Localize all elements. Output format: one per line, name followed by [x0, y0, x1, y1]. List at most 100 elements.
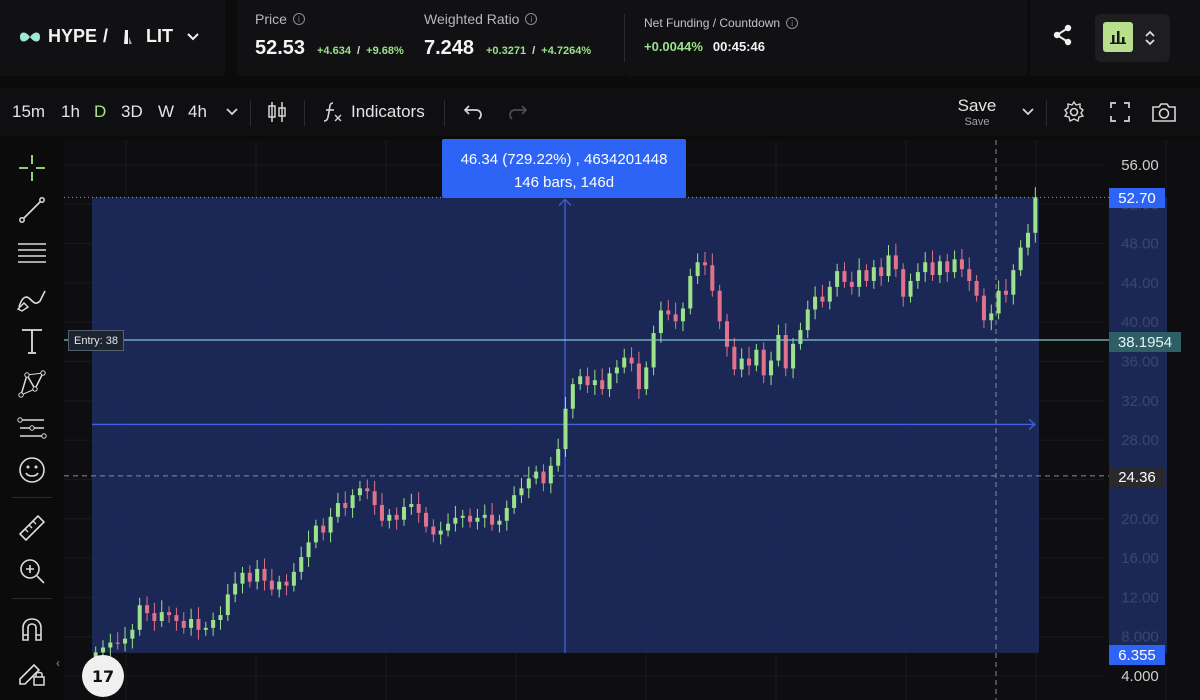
- magnet-icon[interactable]: [14, 612, 50, 648]
- candle-body: [959, 259, 964, 270]
- candle-body: [482, 514, 487, 518]
- candle-body: [401, 506, 407, 520]
- candle-body: [504, 507, 509, 521]
- info-icon[interactable]: i: [786, 17, 799, 29]
- timeframe-3d[interactable]: 3D: [121, 102, 143, 122]
- chevron-down-icon[interactable]: [1014, 98, 1042, 126]
- weighted-ratio-change-divider: /: [532, 45, 536, 57]
- candle-body: [952, 259, 957, 273]
- candle-body: [592, 380, 597, 386]
- candle-body: [622, 357, 627, 368]
- forecast-tool-icon[interactable]: [14, 410, 50, 446]
- price-change-pct: +9.68%: [366, 45, 404, 57]
- ruler-icon[interactable]: [14, 510, 50, 546]
- trend-line-tool-icon[interactable]: [14, 192, 50, 228]
- redo-icon[interactable]: [504, 98, 532, 126]
- candle-body: [915, 272, 920, 281]
- divider: [444, 100, 445, 126]
- info-icon[interactable]: i: [292, 13, 305, 25]
- tradingview-logo[interactable]: 17: [82, 655, 124, 697]
- candle-body: [864, 270, 869, 281]
- timeframe-w[interactable]: W: [158, 102, 174, 122]
- candle-body: [644, 367, 649, 390]
- brush-tool-icon[interactable]: [14, 280, 50, 316]
- timeframe-d[interactable]: D: [94, 102, 106, 122]
- candle-body: [541, 471, 546, 484]
- candle-body: [879, 267, 884, 277]
- candle-body: [534, 471, 539, 479]
- price-chart[interactable]: 56.0052.0048.0044.0040.0036.0032.0028.00…: [64, 140, 1200, 700]
- chevron-down-icon: [187, 32, 199, 40]
- candle-body: [776, 335, 781, 361]
- candle-body: [600, 380, 605, 390]
- candle-body: [754, 349, 759, 366]
- candle-body: [835, 271, 840, 287]
- range-low-price-tag: 6.355: [1109, 645, 1165, 665]
- candle-body: [299, 557, 304, 572]
- save-button[interactable]: Save Save: [952, 96, 1002, 128]
- zoom-in-icon[interactable]: [14, 553, 50, 589]
- pattern-tool-icon[interactable]: [14, 366, 50, 402]
- pair-selector-panel: HYPE / LIT: [0, 0, 225, 76]
- candle-body: [438, 530, 443, 535]
- weighted-ratio-change-row: +0.3271 / +4.7264%: [486, 45, 591, 57]
- timeframe-15m[interactable]: 15m: [12, 102, 45, 122]
- chevron-up-down-icon: [1145, 30, 1155, 46]
- divider: [12, 598, 52, 599]
- camera-icon[interactable]: [1150, 98, 1178, 126]
- undo-icon[interactable]: [459, 98, 487, 126]
- indicators-button[interactable]: Indicators: [351, 102, 425, 122]
- candle-body: [908, 280, 913, 297]
- candle-body: [262, 568, 267, 581]
- chevron-down-icon[interactable]: [218, 98, 246, 126]
- net-funding-label: Net Funding / Countdown: [644, 16, 781, 30]
- entry-line-label[interactable]: Entry: 38: [68, 330, 125, 351]
- candle-body: [585, 376, 590, 386]
- candle-body: [1025, 232, 1031, 248]
- candle-body: [842, 271, 847, 282]
- fullscreen-icon[interactable]: [1106, 98, 1134, 126]
- candle-body: [849, 281, 854, 287]
- crosshair-tool-icon[interactable]: [14, 150, 50, 186]
- candle-body: [901, 269, 906, 297]
- function-icon[interactable]: [318, 98, 346, 126]
- info-icon[interactable]: i: [525, 13, 538, 25]
- pair-selector[interactable]: HYPE / LIT: [18, 26, 199, 47]
- candles-icon[interactable]: [263, 98, 291, 126]
- candle-body: [1011, 270, 1016, 295]
- candle-body: [343, 503, 348, 508]
- candle-body: [152, 613, 157, 621]
- candle-body: [100, 647, 106, 653]
- candle-body: [827, 286, 832, 302]
- candle-body: [673, 314, 678, 322]
- candle-body: [167, 612, 172, 616]
- timeframe-4h[interactable]: 4h: [188, 102, 207, 122]
- chart-view-switcher[interactable]: [1095, 14, 1170, 62]
- measurement-tooltip: 46.34 (729.22%) , 4634201448 146 bars, 1…: [442, 139, 686, 198]
- candle-body: [658, 310, 663, 334]
- candle-body: [475, 517, 480, 522]
- candle-body: [967, 269, 972, 281]
- settings-gear-icon[interactable]: [1060, 98, 1088, 126]
- divider: [250, 100, 251, 126]
- weighted-ratio-label-row: Weighted Ratio i: [424, 11, 538, 27]
- divider: [304, 100, 305, 126]
- collapse-toolbar-icon[interactable]: ‹: [56, 656, 60, 670]
- candle-body: [739, 358, 744, 370]
- share-icon[interactable]: [1052, 24, 1074, 51]
- emoji-icon[interactable]: [14, 452, 50, 488]
- axis-range-highlight: [1109, 197, 1167, 653]
- price-change-row: +4.634 / +9.68%: [317, 45, 404, 57]
- candle-body: [629, 357, 634, 364]
- candle-body: [218, 615, 223, 620]
- horizontal-lines-tool-icon[interactable]: [14, 236, 50, 272]
- text-tool-icon[interactable]: [14, 323, 50, 359]
- candle-body: [798, 330, 803, 344]
- candle-body: [446, 523, 451, 531]
- price-value: 52.53: [255, 37, 306, 59]
- hype-logo-icon: [20, 32, 40, 41]
- lock-drawing-icon[interactable]: [14, 654, 50, 690]
- candle-body: [174, 615, 179, 621]
- candle-body: [724, 321, 730, 347]
- timeframe-1h[interactable]: 1h: [61, 102, 80, 122]
